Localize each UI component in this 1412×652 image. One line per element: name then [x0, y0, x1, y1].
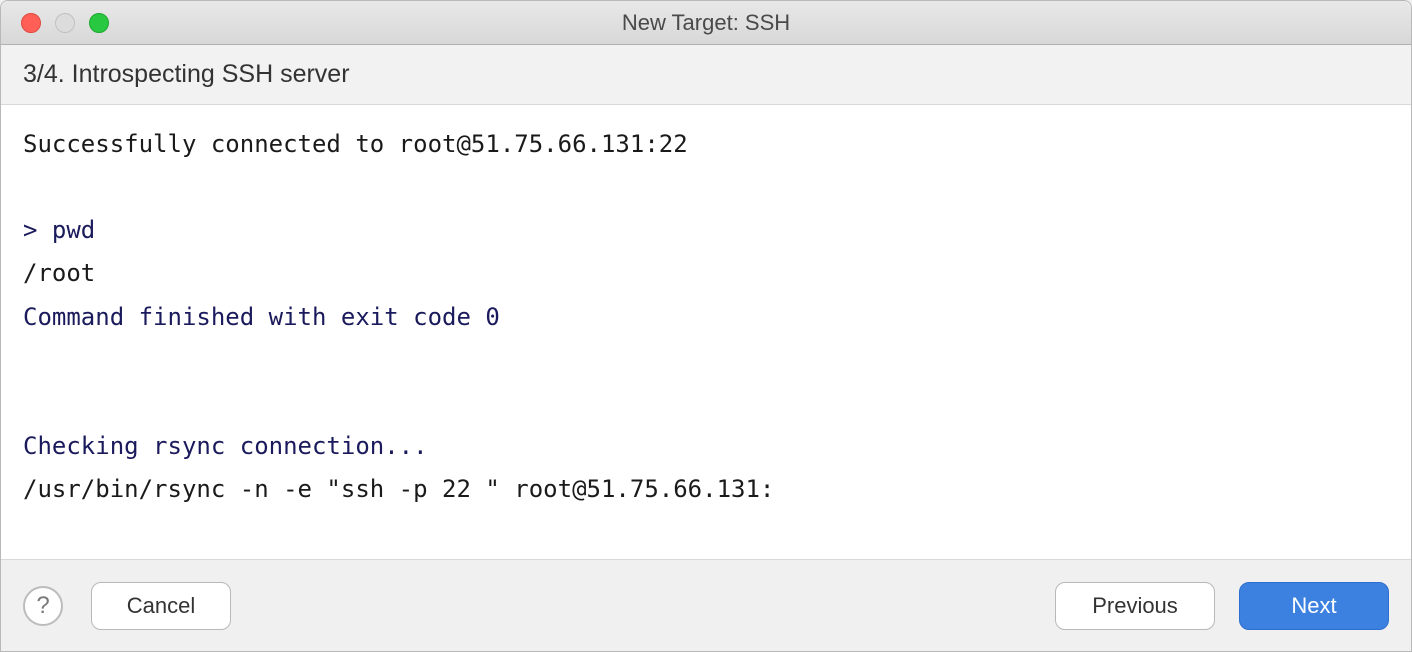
window-controls	[1, 13, 109, 33]
dialog-footer: ? Cancel Previous Next	[1, 559, 1411, 651]
next-button[interactable]: Next	[1239, 582, 1389, 630]
button-label: Cancel	[127, 593, 195, 619]
close-icon[interactable]	[21, 13, 41, 33]
minimize-icon	[55, 13, 75, 33]
cancel-button[interactable]: Cancel	[91, 582, 231, 630]
command-line: > pwd	[23, 209, 1389, 252]
terminal-output: Successfully connected to root@51.75.66.…	[1, 105, 1411, 559]
maximize-icon[interactable]	[89, 13, 109, 33]
window-title: New Target: SSH	[1, 10, 1411, 36]
blank-line	[23, 166, 1389, 209]
status-line: Command finished with exit code 0	[23, 296, 1389, 339]
button-label: Next	[1291, 593, 1336, 619]
step-label: 3/4. Introspecting SSH server	[23, 60, 350, 89]
step-header: 3/4. Introspecting SSH server	[1, 45, 1411, 105]
output-line: /root	[23, 252, 1389, 295]
titlebar: New Target: SSH	[1, 1, 1411, 45]
dialog-window: New Target: SSH 3/4. Introspecting SSH s…	[0, 0, 1412, 652]
blank-line	[23, 382, 1389, 425]
status-line: Checking rsync connection...	[23, 425, 1389, 468]
status-line: Successfully connected to root@51.75.66.…	[23, 123, 1389, 166]
button-label: Previous	[1092, 593, 1178, 619]
command-line: /usr/bin/rsync -n -e "ssh -p 22 " root@5…	[23, 468, 1389, 511]
help-button[interactable]: ?	[23, 586, 63, 626]
blank-line	[23, 339, 1389, 382]
previous-button[interactable]: Previous	[1055, 582, 1215, 630]
help-icon: ?	[36, 592, 49, 620]
